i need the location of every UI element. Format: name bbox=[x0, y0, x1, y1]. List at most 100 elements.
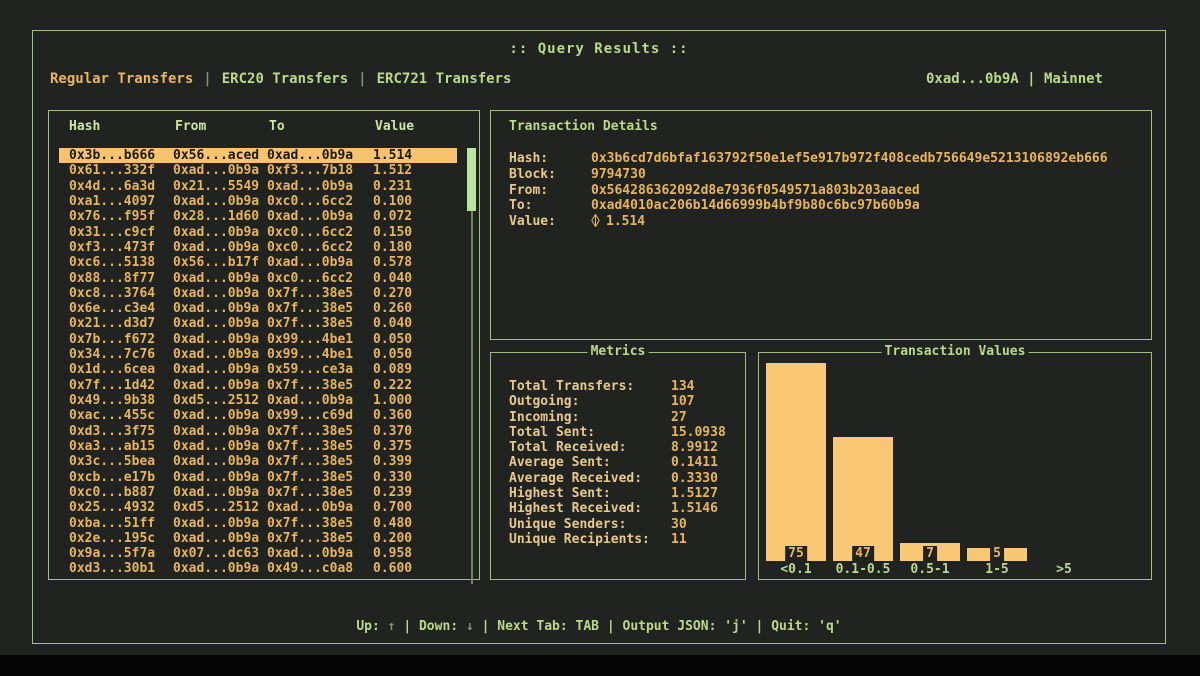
table-row[interactable]: 0xc0...b8870xad...0b9a0x7f...38e50.239 bbox=[59, 485, 457, 500]
metric-label: Average Sent: bbox=[509, 455, 611, 470]
table-row[interactable]: 0x7f...1d420xad...0b9a0x7f...38e50.222 bbox=[59, 378, 457, 393]
table-cell: 0xad...0b9a bbox=[173, 347, 259, 362]
table-row[interactable]: 0x25...49320xd5...25120xad...0b9a0.700 bbox=[59, 500, 457, 515]
table-cell: 0x59...ce3a bbox=[267, 362, 353, 377]
table-cell: 0.089 bbox=[373, 362, 412, 377]
tab-regular-transfers[interactable]: Regular Transfers bbox=[50, 71, 193, 87]
metric-value: 1.5127 bbox=[671, 486, 718, 501]
table-cell: 0xd5...2512 bbox=[173, 393, 259, 408]
table-row[interactable]: 0xac...455c0xad...0b9a0x99...c69d0.360 bbox=[59, 408, 457, 423]
tab-erc20-transfers[interactable]: ERC20 Transfers bbox=[222, 71, 348, 87]
chart-category-label: 0.1-0.5 bbox=[833, 562, 893, 577]
tab-erc721-transfers[interactable]: ERC721 Transfers bbox=[377, 71, 512, 87]
table-cell: 0.150 bbox=[373, 225, 412, 240]
table-row[interactable]: 0x3c...5bea0xad...0b9a0x7f...38e50.399 bbox=[59, 454, 457, 469]
bar-chart-plot: 75<0.1470.1-0.570.5-151-5>5 bbox=[759, 353, 1151, 561]
table-cell: 0xad...0b9a bbox=[173, 439, 259, 454]
table-row[interactable]: 0x76...f95f0x28...1d600xad...0b9a0.072 bbox=[59, 209, 457, 224]
table-cell: 0xad...0b9a bbox=[173, 516, 259, 531]
table-cell: 0xc0...6cc2 bbox=[267, 194, 353, 209]
table-cell: 0x25...4932 bbox=[69, 500, 155, 515]
scrollbar-thumb[interactable] bbox=[467, 148, 476, 211]
table-cell: 0xad...0b9a bbox=[267, 209, 353, 224]
tab-bar: Regular Transfers|ERC20 Transfers|ERC721… bbox=[50, 71, 511, 87]
details-field-label: To: bbox=[509, 198, 532, 214]
chart-bar-slot: 5 bbox=[967, 353, 1027, 561]
table-row[interactable]: 0xd3...3f750xad...0b9a0x7f...38e50.370 bbox=[59, 424, 457, 439]
table-row[interactable]: 0xc8...37640xad...0b9a0x7f...38e50.270 bbox=[59, 286, 457, 301]
table-cell: 0x21...d3d7 bbox=[69, 316, 155, 331]
metric-row: Highest Received:1.5146 bbox=[491, 501, 745, 516]
table-cell: 0xd3...3f75 bbox=[69, 424, 155, 439]
metric-label: Incoming: bbox=[509, 410, 579, 425]
scrollbar-track[interactable] bbox=[471, 211, 473, 584]
chart-category-label: 0.5-1 bbox=[900, 562, 960, 577]
table-row[interactable]: 0x49...9b380xd5...25120xad...0b9a1.000 bbox=[59, 393, 457, 408]
metric-value: 107 bbox=[671, 394, 694, 409]
table-cell: 0x4d...6a3d bbox=[69, 179, 155, 194]
table-cell: 0x21...5549 bbox=[173, 179, 259, 194]
metric-value: 30 bbox=[671, 517, 687, 532]
table-row[interactable]: 0xf3...473f0xad...0b9a0xc0...6cc20.180 bbox=[59, 240, 457, 255]
table-cell: 0x76...f95f bbox=[69, 209, 155, 224]
chart-bar-value-label: 5 bbox=[990, 546, 1004, 561]
table-cell: 0.330 bbox=[373, 470, 412, 485]
table-row[interactable]: 0x9a...5f7a0x07...dc630xad...0b9a0.958 bbox=[59, 546, 457, 561]
chart-bar-value-label: 7 bbox=[923, 546, 937, 561]
table-cell: 0x34...7c76 bbox=[69, 347, 155, 362]
tab-separator: | bbox=[358, 71, 366, 87]
table-row[interactable]: 0x21...d3d70xad...0b9a0x7f...38e50.040 bbox=[59, 316, 457, 331]
table-cell: 0x2e...195c bbox=[69, 531, 155, 546]
table-cell: 0.578 bbox=[373, 255, 412, 270]
table-row[interactable]: 0x6e...c3e40xad...0b9a0x7f...38e50.260 bbox=[59, 301, 457, 316]
help-text: | bbox=[396, 619, 419, 634]
table-cell: 0x07...dc63 bbox=[173, 546, 259, 561]
table-cell: 0x7f...38e5 bbox=[267, 286, 353, 301]
table-row[interactable]: 0xc6...51380x56...b17f0xad...0b9a0.578 bbox=[59, 255, 457, 270]
help-text: Up: bbox=[356, 619, 387, 634]
table-cell: 0x7b...f672 bbox=[69, 332, 155, 347]
table-cell: 0.050 bbox=[373, 347, 412, 362]
table-row[interactable]: 0xba...51ff0xad...0b9a0x7f...38e50.480 bbox=[59, 516, 457, 531]
table-cell: 0x3b...b666 bbox=[69, 148, 155, 163]
table-cell: 0.270 bbox=[373, 286, 412, 301]
table-cell: 0.180 bbox=[373, 240, 412, 255]
metric-value: 11 bbox=[671, 532, 687, 547]
table-row[interactable]: 0xcb...e17b0xad...0b9a0x7f...38e50.330 bbox=[59, 470, 457, 485]
table-cell: 0xad...0b9a bbox=[267, 148, 353, 163]
table-cell: 0x7f...38e5 bbox=[267, 439, 353, 454]
details-field-value: 0x564286362092d8e7936f0549571a803b203aac… bbox=[591, 183, 920, 199]
table-row[interactable]: 0x1d...6cea0xad...0b9a0x59...ce3a0.089 bbox=[59, 362, 457, 377]
table-cell: 0x49...9b38 bbox=[69, 393, 155, 408]
table-cell: 0xa3...ab15 bbox=[69, 439, 155, 454]
details-title: Transaction Details bbox=[509, 119, 658, 134]
table-row[interactable]: 0xa3...ab150xad...0b9a0x7f...38e50.375 bbox=[59, 439, 457, 454]
table-row[interactable]: 0x34...7c760xad...0b9a0x99...4be10.050 bbox=[59, 347, 457, 362]
table-cell: 0xad...0b9a bbox=[267, 393, 353, 408]
table-row[interactable]: 0x31...c9cf0xad...0b9a0xc0...6cc20.150 bbox=[59, 225, 457, 240]
details-fields: Hash:0x3b6cd7d6bfaf163792f50e1ef5e917b97… bbox=[491, 151, 1151, 230]
table-cell: 0.040 bbox=[373, 271, 412, 286]
table-row[interactable]: 0x3b...b6660x56...aced0xad...0b9a1.514 bbox=[59, 148, 457, 163]
table-cell: 0xc0...6cc2 bbox=[267, 225, 353, 240]
metric-label: Outgoing: bbox=[509, 394, 579, 409]
table-row[interactable]: 0x88...8f770xad...0b9a0xc0...6cc20.040 bbox=[59, 271, 457, 286]
table-cell: 0xf3...473f bbox=[69, 240, 155, 255]
table-cell: 0x7f...1d42 bbox=[69, 378, 155, 393]
account-address-network: 0xad...0b9A | Mainnet bbox=[926, 71, 1103, 87]
table-row[interactable]: 0x4d...6a3d0x21...55490xad...0b9a0.231 bbox=[59, 179, 457, 194]
table-row[interactable]: 0x61...332f0xad...0b9a0xf3...7b181.512 bbox=[59, 163, 457, 178]
table-cell: 0.360 bbox=[373, 408, 412, 423]
table-cell: 1.512 bbox=[373, 163, 412, 178]
table-row[interactable]: 0x2e...195c0xad...0b9a0x7f...38e50.200 bbox=[59, 531, 457, 546]
table-row[interactable]: 0xd3...30b10xad...0b9a0x49...c0a80.600 bbox=[59, 561, 457, 576]
table-cell: 0x7f...38e5 bbox=[267, 470, 353, 485]
details-field-label: From: bbox=[509, 183, 548, 199]
chart-category-label: 1-5 bbox=[967, 562, 1027, 577]
table-row[interactable]: 0x7b...f6720xad...0b9a0x99...4be10.050 bbox=[59, 332, 457, 347]
table-row[interactable]: 0xa1...40970xad...0b9a0xc0...6cc20.100 bbox=[59, 194, 457, 209]
table-cell: 0xad...0b9a bbox=[267, 500, 353, 515]
screen-bottom-strip bbox=[0, 655, 1200, 676]
metric-row: Total Sent:15.0938 bbox=[491, 425, 745, 440]
table-cell: 0x7f...38e5 bbox=[267, 424, 353, 439]
